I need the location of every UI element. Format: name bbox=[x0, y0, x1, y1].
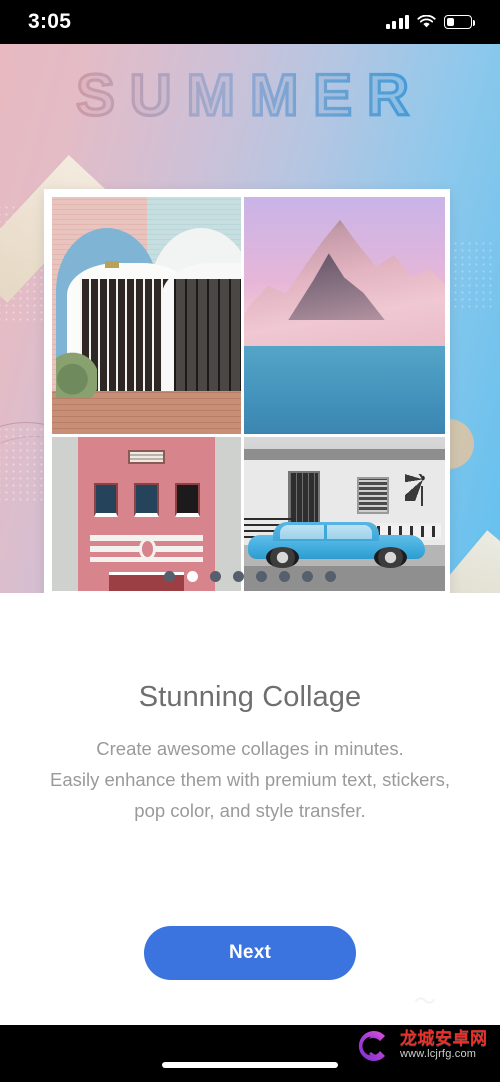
window bbox=[134, 482, 159, 517]
watermark-site-name: 龙城安卓网 bbox=[400, 1029, 488, 1050]
watermark-url: www.lcjrfg.com bbox=[400, 1048, 477, 1061]
phone-screen: 3:05 SUMMER SUMMER Stunning Collage Crea… bbox=[0, 0, 500, 1082]
home-indicator[interactable] bbox=[162, 1062, 338, 1068]
pagination-dot-6[interactable] bbox=[302, 570, 313, 582]
cellular-signal-icon bbox=[385, 15, 409, 29]
hero-artwork: SUMMER SUMMER bbox=[0, 44, 500, 593]
bush bbox=[55, 350, 98, 399]
pagination-dot-5[interactable] bbox=[279, 570, 290, 582]
next-button[interactable]: Next bbox=[144, 926, 356, 980]
watermark-text: 龙城安卓网 www.lcjrfg.com bbox=[400, 1029, 488, 1061]
watermark-ghost-glyph: 〜 bbox=[413, 989, 436, 1014]
page-description: Create awesome collages in minutes. Easil… bbox=[14, 733, 486, 826]
battery-icon bbox=[444, 15, 476, 29]
pagination-dots[interactable] bbox=[0, 566, 500, 586]
status-bar-indicators bbox=[385, 15, 476, 29]
collage-frame[interactable] bbox=[44, 189, 450, 593]
collage-cell-doorways[interactable] bbox=[52, 197, 242, 434]
pagination-dot-7[interactable] bbox=[325, 570, 336, 582]
dragon-c-logo-icon bbox=[358, 1031, 385, 1061]
summer-headline: SUMMER SUMMER bbox=[75, 61, 424, 129]
wifi-icon bbox=[417, 15, 436, 28]
collage-cell-mountain[interactable] bbox=[244, 197, 445, 434]
lake bbox=[244, 346, 445, 434]
pagination-dot-1[interactable] bbox=[187, 570, 198, 582]
palm-tree-icon bbox=[404, 473, 441, 502]
window bbox=[93, 482, 119, 517]
window bbox=[174, 482, 200, 517]
barred-window bbox=[356, 476, 389, 514]
summer-headline-fill: SUMMER bbox=[76, 63, 424, 128]
onboarding-panel: Stunning Collage Create awesome collages… bbox=[0, 593, 500, 1025]
door-plate bbox=[104, 260, 119, 268]
status-bar: 3:05 bbox=[0, 0, 500, 44]
roof-band bbox=[244, 448, 445, 460]
wall-circle bbox=[139, 538, 157, 561]
blue-car bbox=[248, 522, 425, 569]
collage-grid bbox=[52, 197, 445, 591]
pagination-dot-4[interactable] bbox=[256, 570, 267, 582]
mountain-ridge bbox=[244, 219, 445, 347]
palm-trunk bbox=[420, 485, 423, 507]
description-line-1: Easily enhance them with premium text, s… bbox=[50, 769, 450, 790]
pagination-dot-3[interactable] bbox=[233, 570, 244, 582]
status-bar-clock: 3:05 bbox=[28, 10, 72, 33]
pagination-dot-0[interactable] bbox=[164, 570, 175, 582]
roof-vent bbox=[127, 450, 166, 465]
description-line-2: pop color, and style transfer. bbox=[134, 800, 366, 821]
page-title: Stunning Collage bbox=[138, 681, 362, 713]
description-line-0: Create awesome collages in minutes. bbox=[96, 738, 404, 759]
pagination-dot-2[interactable] bbox=[210, 570, 221, 582]
